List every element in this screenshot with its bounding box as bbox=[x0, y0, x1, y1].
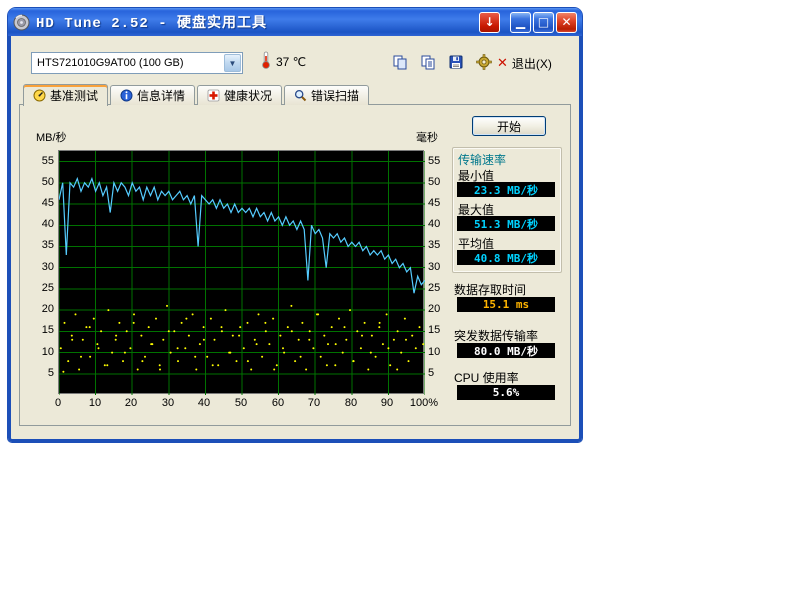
copy-text-icon bbox=[420, 54, 436, 73]
burst-rate-label: 突发数据传输率 bbox=[454, 327, 538, 344]
tab-benchmark-label: 基准测试 bbox=[50, 87, 98, 104]
x-tick-label: 100% bbox=[410, 397, 438, 409]
close-button[interactable]: ✕ bbox=[556, 12, 577, 33]
save-icon bbox=[448, 54, 464, 73]
titlebar[interactable]: HD Tune 2.52 - 硬盘实用工具 ↓ ▁ □ ✕ bbox=[8, 8, 582, 36]
tab-error-scan[interactable]: 错误扫描 bbox=[284, 85, 369, 105]
y-tick-label: 15 bbox=[428, 324, 454, 336]
x-tick-label: 20 bbox=[125, 397, 137, 409]
avg-value: 40.8 MB/秒 bbox=[457, 250, 555, 265]
access-time-label: 数据存取时间 bbox=[454, 281, 526, 298]
close-icon: ✕ bbox=[561, 15, 571, 29]
toolbar-icons bbox=[389, 52, 495, 74]
health-cross-icon bbox=[207, 89, 220, 102]
y-tick-label: 40 bbox=[428, 218, 454, 230]
y-tick-label: 5 bbox=[428, 367, 454, 379]
temperature-value: 37 ℃ bbox=[276, 55, 306, 69]
info-icon bbox=[120, 89, 133, 102]
y-axis-left-title: MB/秒 bbox=[36, 129, 67, 145]
app-icon bbox=[13, 14, 30, 31]
burst-rate-value: 80.0 MB/秒 bbox=[457, 343, 555, 358]
y-tick-label: 20 bbox=[428, 303, 454, 315]
y-axis-right-ticks: 55 50 45 40 35 30 25 20 15 10 5 bbox=[428, 150, 454, 394]
y-axis-left-ticks: 55 50 45 40 35 30 25 20 15 10 5 bbox=[28, 150, 54, 394]
tab-info[interactable]: 信息详情 bbox=[110, 85, 195, 105]
magnifier-icon bbox=[294, 89, 307, 102]
x-tick-label: 90 bbox=[381, 397, 393, 409]
y-tick-label: 40 bbox=[28, 218, 54, 230]
tab-benchmark[interactable]: 基准测试 bbox=[23, 84, 108, 106]
x-tick-label: 10 bbox=[89, 397, 101, 409]
x-tick-label: 60 bbox=[272, 397, 284, 409]
y-tick-label: 55 bbox=[28, 155, 54, 167]
options-button[interactable] bbox=[473, 52, 495, 74]
access-time-value: 15.1 ms bbox=[457, 297, 555, 312]
copy-screenshot-icon bbox=[392, 54, 408, 73]
y-tick-label: 45 bbox=[428, 197, 454, 209]
window-title: HD Tune 2.52 - 硬盘实用工具 bbox=[36, 12, 267, 32]
x-axis-ticks: 0102030405060708090100% bbox=[58, 397, 424, 409]
chevron-down-icon[interactable]: ▼ bbox=[224, 54, 241, 72]
y-tick-label: 30 bbox=[428, 261, 454, 273]
exit-label: 退出(X) bbox=[512, 55, 552, 72]
drive-select[interactable]: HTS721010G9AT00 (100 GB) ▼ bbox=[31, 52, 243, 74]
benchmark-gauge-icon bbox=[33, 89, 46, 102]
y-tick-label: 15 bbox=[28, 324, 54, 336]
transfer-rate-title: 传输速率 bbox=[458, 151, 506, 168]
download-icon: ↓ bbox=[484, 15, 494, 29]
tab-error-scan-label: 错误扫描 bbox=[311, 87, 359, 104]
tab-info-label: 信息详情 bbox=[137, 87, 185, 104]
y-axis-right-title: 毫秒 bbox=[416, 129, 438, 145]
max-value: 51.3 MB/秒 bbox=[457, 216, 555, 231]
thermometer-icon bbox=[261, 51, 271, 72]
y-tick-label: 25 bbox=[428, 282, 454, 294]
x-tick-label: 50 bbox=[235, 397, 247, 409]
benchmark-panel: 开始 MB/秒 毫秒 555045403530252015105 5550454… bbox=[19, 104, 571, 426]
maximize-button[interactable]: □ bbox=[533, 12, 554, 33]
copy-text-button[interactable] bbox=[417, 52, 439, 74]
y-tick-label: 20 bbox=[28, 303, 54, 315]
x-tick-label: 40 bbox=[198, 397, 210, 409]
y-tick-label: 55 bbox=[428, 155, 454, 167]
chart-canvas bbox=[59, 151, 425, 395]
minimize-button[interactable]: ▁ bbox=[510, 12, 531, 33]
maximize-icon: □ bbox=[538, 15, 549, 29]
y-tick-label: 30 bbox=[28, 261, 54, 273]
y-tick-label: 5 bbox=[28, 367, 54, 379]
minimize-icon: ▁ bbox=[516, 15, 525, 29]
y-tick-label: 50 bbox=[28, 176, 54, 188]
save-screenshot-button[interactable] bbox=[445, 52, 467, 74]
benchmark-chart bbox=[58, 150, 424, 394]
x-tick-label: 30 bbox=[162, 397, 174, 409]
cpu-usage-value: 5.6% bbox=[457, 385, 555, 400]
x-tick-label: 70 bbox=[308, 397, 320, 409]
start-button[interactable]: 开始 bbox=[472, 116, 546, 136]
copy-screenshot-button[interactable] bbox=[389, 52, 411, 74]
window-controls: ↓ ▁ □ ✕ bbox=[479, 12, 577, 33]
hd-tune-window: HD Tune 2.52 - 硬盘实用工具 ↓ ▁ □ ✕ HTS721010G… bbox=[8, 8, 582, 442]
y-tick-label: 35 bbox=[428, 239, 454, 251]
y-tick-label: 10 bbox=[28, 346, 54, 358]
cpu-usage-label: CPU 使用率 bbox=[454, 369, 519, 386]
y-tick-label: 35 bbox=[28, 239, 54, 251]
tab-health[interactable]: 健康状况 bbox=[197, 85, 282, 105]
download-arrow-button[interactable]: ↓ bbox=[479, 12, 500, 33]
min-value: 23.3 MB/秒 bbox=[457, 182, 555, 197]
options-gear-icon bbox=[476, 54, 492, 73]
window-body: HTS721010G9AT00 (100 GB) ▼ 37 ℃ bbox=[8, 36, 582, 442]
y-tick-label: 10 bbox=[428, 346, 454, 358]
x-tick-label: 80 bbox=[345, 397, 357, 409]
temperature-indicator: 37 ℃ bbox=[261, 51, 306, 72]
x-tick-label: 0 bbox=[55, 397, 61, 409]
exit-x-icon: ✕ bbox=[497, 55, 508, 71]
exit-button[interactable]: ✕ 退出(X) bbox=[497, 52, 552, 74]
tab-health-label: 健康状况 bbox=[224, 87, 272, 104]
y-tick-label: 45 bbox=[28, 197, 54, 209]
tab-bar: 基准测试 信息详情 bbox=[23, 84, 371, 105]
drive-select-value: HTS721010G9AT00 (100 GB) bbox=[32, 57, 224, 69]
y-tick-label: 25 bbox=[28, 282, 54, 294]
y-tick-label: 50 bbox=[428, 176, 454, 188]
